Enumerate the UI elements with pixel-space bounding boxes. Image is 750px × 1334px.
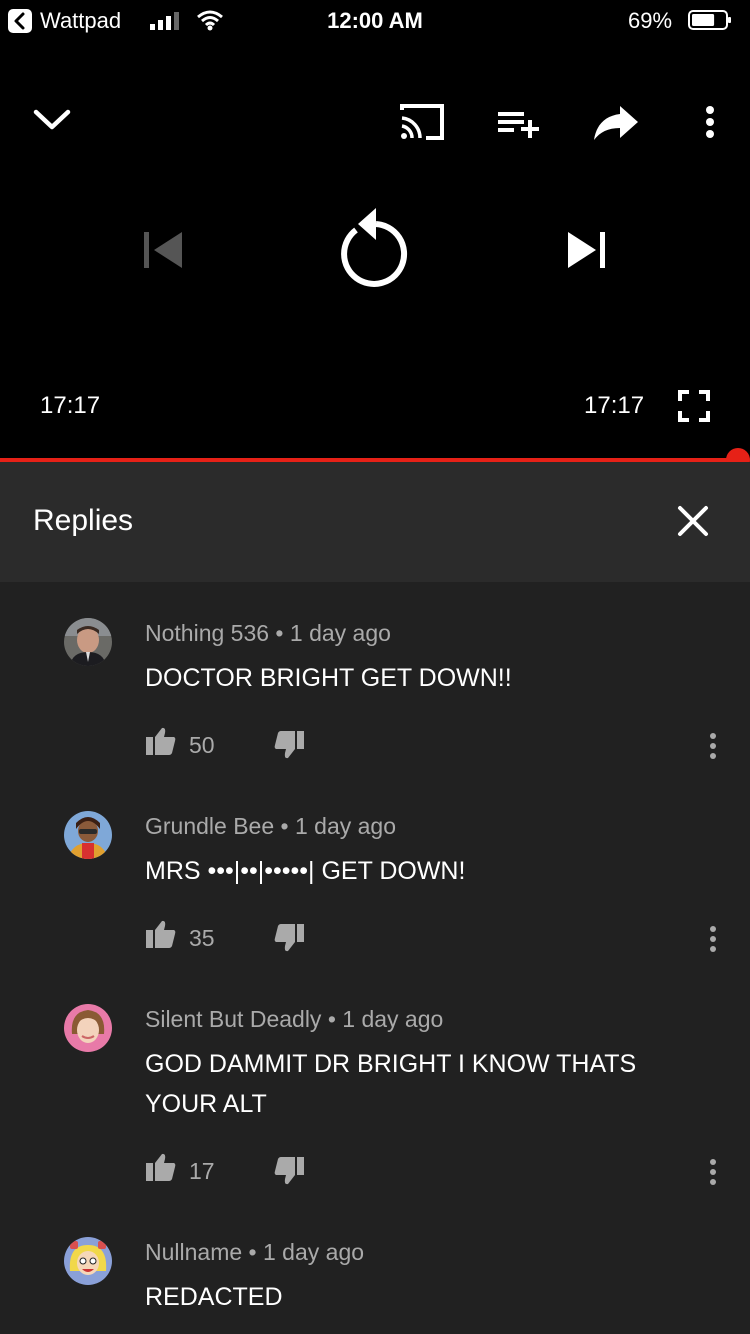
avatar[interactable]: [64, 1237, 112, 1285]
comment-author[interactable]: Nullname: [145, 1239, 242, 1265]
close-icon[interactable]: [670, 498, 716, 544]
comment-author[interactable]: Grundle Bee: [145, 813, 274, 839]
cast-icon[interactable]: [398, 102, 446, 142]
comment-meta: Nothing 536 • 1 day ago: [145, 620, 391, 646]
more-vertical-icon[interactable]: [703, 1152, 723, 1197]
comment-text: MRS •••|••|•••••| GET DOWN!: [145, 857, 466, 885]
like-count: 35: [189, 925, 215, 951]
replay-icon[interactable]: [336, 204, 412, 290]
like-icon[interactable]: [145, 726, 177, 761]
comment-meta: Nullname • 1 day ago: [145, 1239, 365, 1265]
video-player[interactable]: 17:17 17:17: [0, 40, 750, 458]
comment-age: 1 day ago: [289, 620, 391, 646]
comment-actions: 17: [145, 1152, 745, 1192]
current-time: 17:17: [40, 392, 101, 419]
battery-percent: 69%: [628, 8, 673, 33]
comment-age: 1 day ago: [263, 1239, 365, 1265]
add-to-playlist-icon[interactable]: [496, 106, 540, 138]
like-count: 50: [189, 732, 215, 758]
skip-next-icon[interactable]: [566, 230, 608, 270]
avatar[interactable]: [64, 618, 112, 666]
replies-title: Replies: [33, 504, 134, 537]
replies-header: Replies: [0, 462, 750, 582]
avatar[interactable]: [64, 1004, 112, 1052]
more-vertical-icon[interactable]: [703, 919, 723, 964]
comment-text: GOD DAMMIT DR BRIGHT I KNOW THATS YOUR A…: [145, 1050, 637, 1118]
dislike-icon[interactable]: [273, 1156, 305, 1191]
status-bar: Wattpad 12:00 AM 69%: [0, 0, 750, 40]
fullscreen-icon[interactable]: [678, 390, 710, 422]
comment-meta: Grundle Bee • 1 day ago: [145, 813, 397, 839]
like-icon[interactable]: [145, 919, 177, 954]
dislike-icon[interactable]: [273, 730, 305, 765]
comment-author[interactable]: Nothing 536: [145, 620, 269, 646]
battery-icon: [688, 10, 731, 30]
comment-text: REDACTED: [145, 1283, 283, 1311]
like-icon[interactable]: [145, 1152, 177, 1187]
duration: 17:17: [584, 392, 645, 419]
comment-actions: 50: [145, 726, 745, 766]
comment-text: DOCTOR BRIGHT GET DOWN!!: [145, 664, 512, 692]
comment-author[interactable]: Silent But Deadly: [145, 1006, 321, 1032]
share-icon[interactable]: [592, 102, 640, 142]
comment-meta: Silent But Deadly • 1 day ago: [145, 1006, 444, 1032]
more-vertical-icon[interactable]: [700, 102, 720, 142]
like-count: 17: [189, 1158, 215, 1184]
skip-previous-icon[interactable]: [142, 230, 184, 270]
dislike-icon[interactable]: [273, 923, 305, 958]
more-vertical-icon[interactable]: [703, 726, 723, 771]
comment-age: 1 day ago: [294, 813, 397, 839]
chevron-down-icon[interactable]: [30, 104, 74, 134]
avatar[interactable]: [64, 811, 112, 859]
comment-age: 1 day ago: [342, 1006, 444, 1032]
comment-actions: 35: [145, 919, 745, 959]
